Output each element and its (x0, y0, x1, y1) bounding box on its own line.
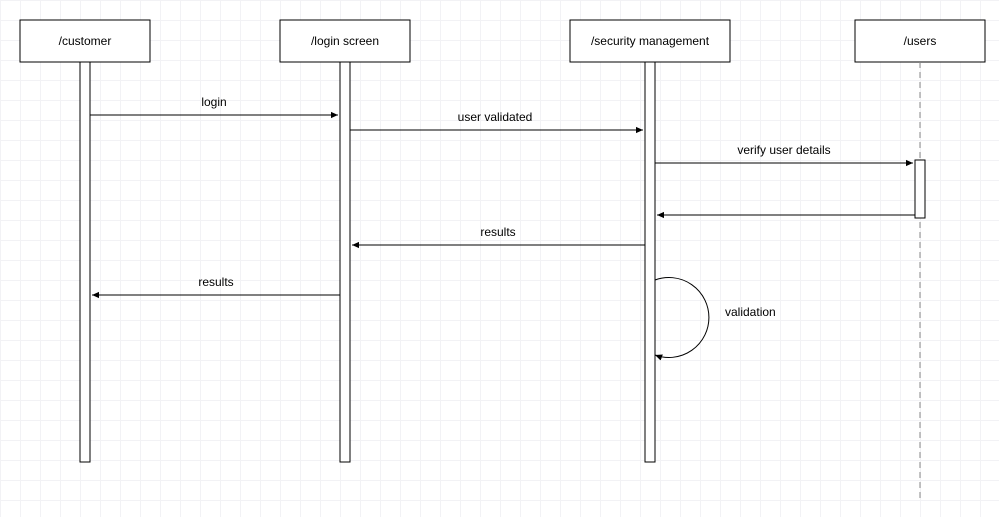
participant-login-screen[interactable]: /login screen (280, 20, 410, 62)
message-validation-self[interactable]: validation (655, 278, 776, 358)
participant-customer[interactable]: /customer (20, 20, 150, 62)
activation-security-management (645, 62, 655, 462)
activation-customer (80, 62, 90, 462)
message-verify-user-details[interactable]: verify user details (655, 143, 913, 163)
participant-security-management-label: /security management (591, 34, 710, 48)
message-user-validated[interactable]: user validated (350, 110, 643, 130)
message-validation-label: validation (725, 305, 776, 319)
participant-login-screen-label: /login screen (311, 34, 379, 48)
message-login-label: login (201, 95, 226, 109)
message-results-ls-cust[interactable]: results (92, 275, 340, 295)
participant-customer-label: /customer (59, 34, 112, 48)
message-results-ls-cust-label: results (198, 275, 233, 289)
message-results-sm-ls-label: results (480, 225, 515, 239)
participant-users-label: /users (904, 34, 937, 48)
message-verify-user-details-label: verify user details (737, 143, 830, 157)
activation-login-screen (340, 62, 350, 462)
sequence-diagram: /customer /login screen /security manage… (0, 0, 999, 517)
participant-security-management[interactable]: /security management (570, 20, 730, 62)
message-user-validated-label: user validated (458, 110, 533, 124)
message-login[interactable]: login (90, 95, 338, 115)
message-results-sm-ls[interactable]: results (352, 225, 645, 245)
participant-users[interactable]: /users (855, 20, 985, 62)
activation-users (915, 160, 925, 218)
